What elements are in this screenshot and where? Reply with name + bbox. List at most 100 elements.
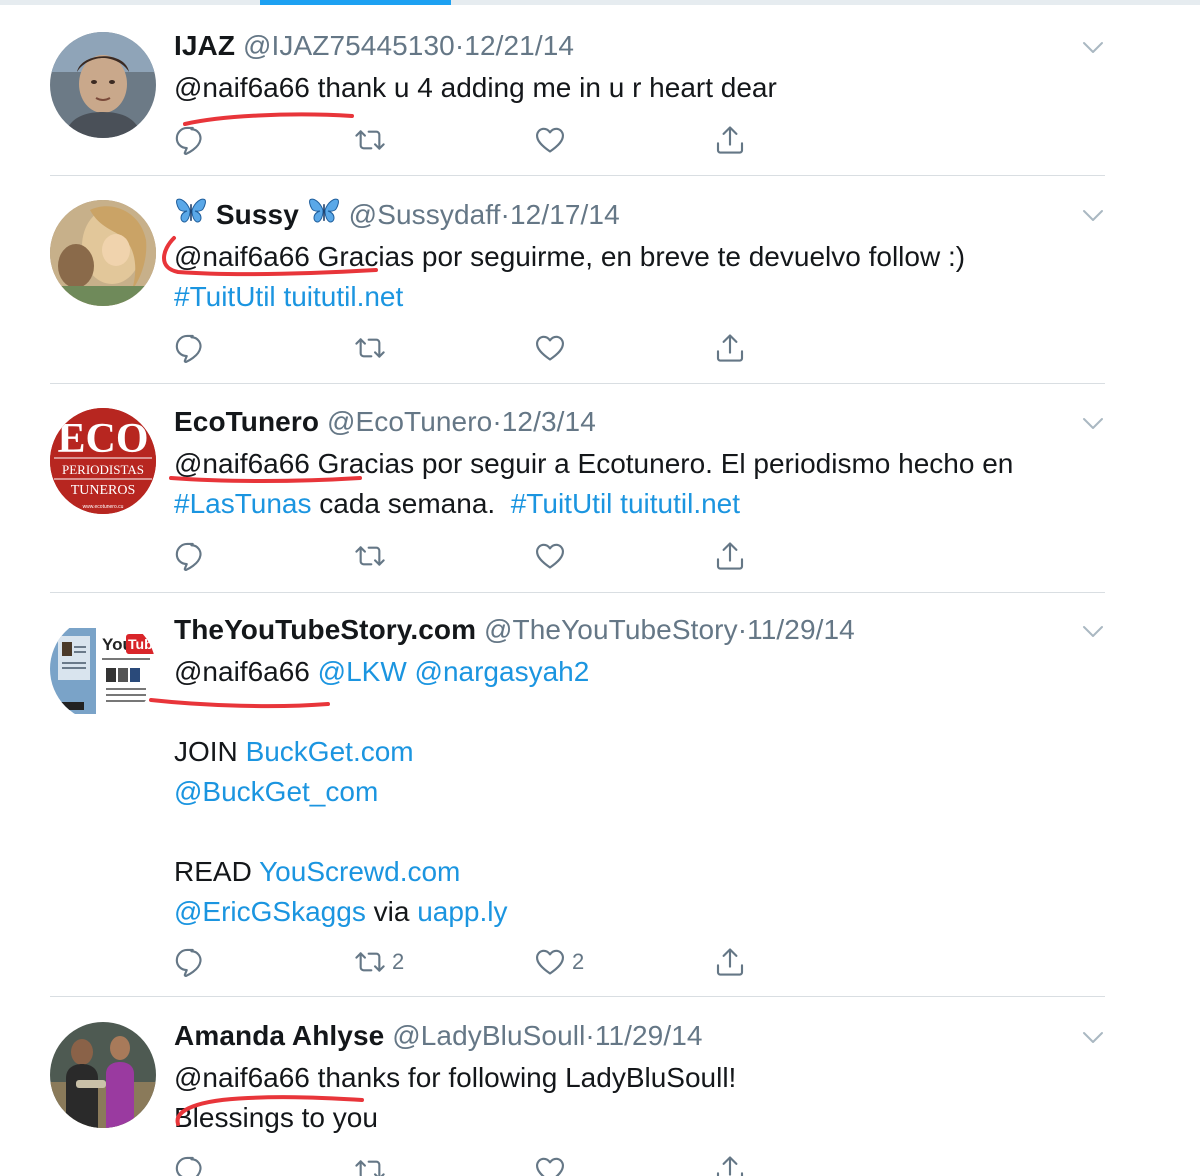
mention[interactable]: @naif6a66 <box>174 241 310 272</box>
chevron-down-icon[interactable] <box>1081 1028 1105 1048</box>
reply-button[interactable] <box>174 536 212 576</box>
url-link[interactable]: BuckGet.com <box>246 736 414 767</box>
tweet-text-body: Gracias por seguirme, en breve te devuel… <box>309 241 966 272</box>
mention[interactable]: @naif6a66 <box>174 72 310 103</box>
user-handle[interactable]: @LadyBluSoull <box>392 1020 585 1051</box>
tweet-actions <box>174 120 774 160</box>
avatar-logo-text: PERIODISTAS <box>62 462 144 477</box>
avatar[interactable]: You Tube <box>50 616 156 722</box>
tweet-text: @naif6a66 thank u 4 adding me in u r hea… <box>174 68 1065 108</box>
display-name[interactable]: Amanda Ahlyse <box>174 1020 384 1051</box>
user-handle[interactable]: @IJAZ75445130 <box>243 30 455 61</box>
reply-button[interactable] <box>174 120 212 160</box>
like-button[interactable] <box>534 1150 572 1176</box>
tweet[interactable]: IJAZ @IJAZ75445130·12/21/14 @naif6a66 th… <box>50 30 1105 175</box>
chevron-down-icon[interactable] <box>1081 38 1105 58</box>
tweet-text-body: cada semana. <box>311 488 503 519</box>
tweet[interactable]: Amanda Ahlyse @LadyBluSoull·11/29/14 @na… <box>50 1020 1105 1176</box>
tweet[interactable]: Sussy @Sussydaff·12/17/14 @naif6a66 Grac… <box>50 198 1105 383</box>
mention-link[interactable]: @LKW <box>318 656 407 687</box>
tweet-date[interactable]: 12/21/14 <box>464 30 574 61</box>
mention[interactable]: @naif6a66 <box>174 1062 310 1093</box>
avatar[interactable]: ECO PERIODISTAS TUNEROS www.ecotunero.cu <box>50 408 156 514</box>
heart-icon <box>534 332 566 364</box>
hashtag-link[interactable]: #TuitUtil <box>511 488 613 519</box>
like-button[interactable] <box>534 536 572 576</box>
tweet-divider <box>50 996 1105 997</box>
retweet-icon <box>354 540 386 572</box>
mention[interactable]: @naif6a66 <box>174 656 310 687</box>
tweet-date[interactable]: 11/29/14 <box>747 614 855 645</box>
like-button[interactable] <box>534 328 572 368</box>
reply-button[interactable] <box>174 328 212 368</box>
display-name[interactable]: IJAZ <box>174 30 235 61</box>
tweet-header: IJAZ @IJAZ75445130·12/21/14 <box>174 28 1065 64</box>
chevron-down-icon[interactable] <box>1081 414 1105 434</box>
tabs-bottom-border <box>0 0 1200 5</box>
chevron-down-icon[interactable] <box>1081 206 1105 226</box>
mention-link[interactable]: @nargasyah2 <box>415 656 590 687</box>
tweet-date[interactable]: 11/29/14 <box>595 1020 703 1051</box>
tweet[interactable]: You Tube TheYouTubeStory.com @TheYouTube… <box>50 614 1105 996</box>
share-button[interactable] <box>714 120 746 160</box>
hashtag-link[interactable]: #TuitUtil <box>174 281 276 312</box>
tweet-header: Sussy @Sussydaff·12/17/14 <box>174 196 1065 233</box>
share-button[interactable] <box>714 328 746 368</box>
mention-link[interactable]: @BuckGet_com <box>174 776 378 807</box>
mention-link[interactable]: @EricGSkaggs <box>174 896 366 927</box>
reply-button[interactable] <box>174 942 212 982</box>
share-button[interactable] <box>714 942 746 982</box>
reply-button[interactable] <box>174 1150 212 1176</box>
active-tab-indicator <box>260 0 451 5</box>
heart-icon <box>534 124 566 156</box>
url-link[interactable]: YouScrewd.com <box>259 856 460 887</box>
share-button[interactable] <box>714 1150 746 1176</box>
butterfly-emoji <box>307 196 341 228</box>
tweet-text: @naif6a66 thanks for following LadyBluSo… <box>174 1058 1065 1138</box>
tweet-divider <box>50 592 1105 593</box>
avatar[interactable] <box>50 1022 156 1128</box>
like-button[interactable]: 2 <box>534 942 584 982</box>
retweet-icon <box>354 332 386 364</box>
display-name[interactable]: TheYouTubeStory.com <box>174 614 476 645</box>
retweet-button[interactable] <box>354 536 392 576</box>
tweet-date[interactable]: 12/17/14 <box>510 199 620 230</box>
avatar[interactable] <box>50 32 156 138</box>
retweet-button[interactable] <box>354 120 392 160</box>
retweet-button[interactable] <box>354 328 392 368</box>
reply-icon <box>174 540 206 572</box>
chevron-down-icon[interactable] <box>1081 622 1105 642</box>
tweet-text-body: READ <box>174 856 260 887</box>
retweet-button[interactable]: 2 <box>354 942 404 982</box>
tweet-text-body: via <box>365 896 418 927</box>
butterfly-emoji <box>174 196 208 228</box>
url-link[interactable]: tuitutil.net <box>620 488 740 519</box>
like-count: 2 <box>572 949 585 974</box>
url-link[interactable]: tuitutil.net <box>283 281 403 312</box>
share-button[interactable] <box>714 536 746 576</box>
hashtag-link[interactable]: #LasTunas <box>174 488 312 519</box>
separator-dot: · <box>500 199 510 230</box>
tweet-text-body: thanks for following LadyBluSoull! <box>309 1062 737 1093</box>
avatar-logo-text: www.ecotunero.cu <box>83 504 124 510</box>
like-button[interactable] <box>534 120 572 160</box>
tweet-actions: 2 2 <box>174 942 774 982</box>
share-icon <box>714 946 746 978</box>
tweet-actions <box>174 1150 774 1176</box>
mention[interactable]: @naif6a66 <box>174 448 310 479</box>
user-handle[interactable]: @EcoTunero <box>327 406 492 437</box>
tweet-text: @naif6a66 Gracias por seguir a Ecotunero… <box>174 444 1065 524</box>
tweet-actions <box>174 536 774 576</box>
avatar[interactable] <box>50 200 156 306</box>
heart-icon <box>534 946 566 978</box>
retweet-button[interactable] <box>354 1150 392 1176</box>
display-name[interactable]: Sussy <box>216 199 299 230</box>
user-handle[interactable]: @TheYouTubeStory <box>484 614 738 645</box>
avatar-logo-text: Tube <box>128 636 156 652</box>
tweet-date[interactable]: 12/3/14 <box>502 406 596 437</box>
retweet-count: 2 <box>392 949 405 974</box>
display-name[interactable]: EcoTunero <box>174 406 319 437</box>
url-link[interactable]: uapp.ly <box>417 896 507 927</box>
user-handle[interactable]: @Sussydaff <box>349 199 501 230</box>
tweet[interactable]: ECO PERIODISTAS TUNEROS www.ecotunero.cu… <box>50 406 1105 592</box>
